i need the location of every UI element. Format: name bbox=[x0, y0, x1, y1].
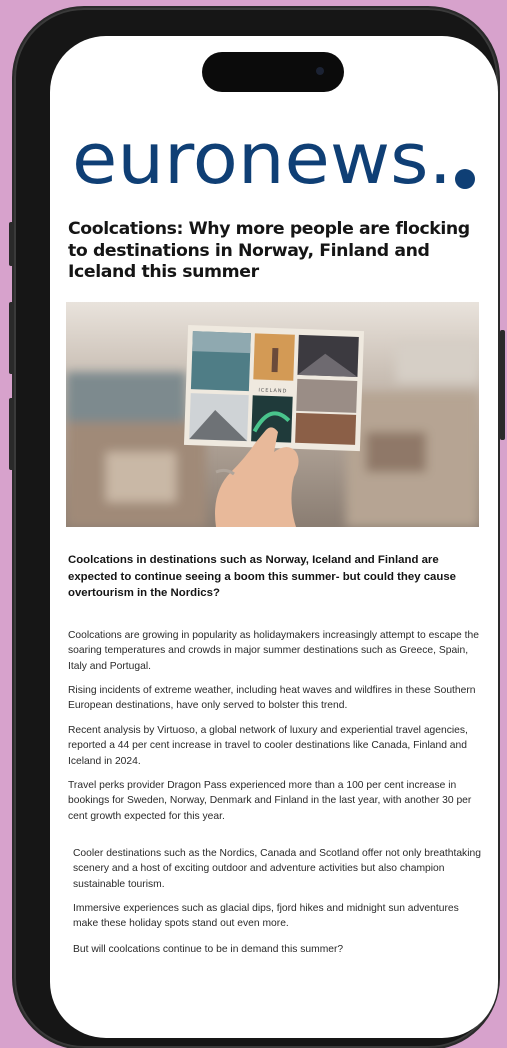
volume-down-button[interactable] bbox=[9, 398, 14, 470]
postcard-label: ICELAND bbox=[258, 387, 287, 394]
article-summary: Coolcations in destinations such as Norw… bbox=[68, 554, 456, 599]
logo-text: euronews. bbox=[72, 128, 452, 192]
article-paragraph: Rising incidents of extreme weather, inc… bbox=[68, 685, 476, 712]
article-hero-image: ICELAND bbox=[66, 302, 479, 527]
euronews-logo[interactable]: euronews. bbox=[72, 128, 476, 192]
article-paragraph: But will coolcations continue to be in d… bbox=[73, 944, 344, 955]
article-paragraph: Recent analysis by Virtuoso, a global ne… bbox=[68, 725, 468, 767]
article-paragraph: Immersive experiences such as glacial di… bbox=[73, 903, 459, 930]
article-paragraph: Coolcations are growing in popularity as… bbox=[68, 630, 479, 672]
camera-icon bbox=[316, 67, 324, 75]
power-button[interactable] bbox=[500, 330, 505, 440]
article-paragraph: Cooler destinations such as the Nordics,… bbox=[73, 848, 481, 890]
article-paragraph: Travel perks provider Dragon Pass experi… bbox=[68, 780, 472, 822]
phone-frame: euronews. Coolcations: Why more people a… bbox=[14, 8, 498, 1048]
phone-screen[interactable]: euronews. Coolcations: Why more people a… bbox=[50, 36, 498, 1038]
silent-switch[interactable] bbox=[9, 222, 14, 266]
article-headline: Coolcations: Why more people are flockin… bbox=[68, 219, 470, 282]
volume-up-button[interactable] bbox=[9, 302, 14, 374]
logo-dot-icon bbox=[455, 169, 475, 189]
dynamic-island bbox=[202, 52, 344, 92]
